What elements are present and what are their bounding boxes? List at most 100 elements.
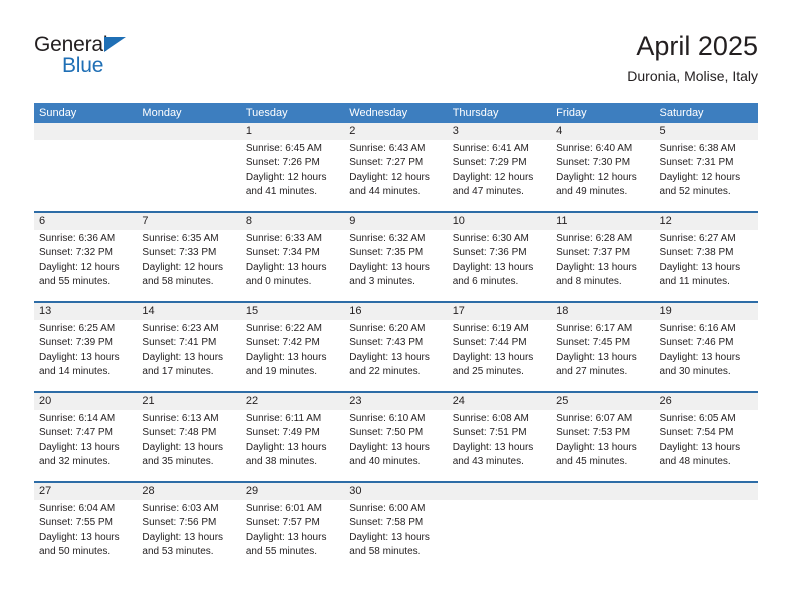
day-cell[interactable]: Sunrise: 6:22 AM Sunset: 7:42 PM Daylight:…: [241, 322, 344, 391]
sunrise-text: Sunrise: 6:16 AM: [659, 323, 736, 334]
sunset-text: Sunset: 7:42 PM: [245, 337, 320, 349]
day-number[interactable]: 18: [551, 303, 654, 320]
day-number[interactable]: 4: [551, 123, 654, 140]
day-number[interactable]: 7: [137, 213, 240, 230]
day-cell[interactable]: Sunrise: 6:41 AM Sunset: 7:29 PM Daylight:…: [448, 142, 551, 211]
day-number[interactable]: 28: [137, 483, 240, 500]
day-number[interactable]: 13: [34, 303, 137, 320]
day-number[interactable]: 5: [655, 123, 758, 140]
sunrise-text: Sunrise: 6:05 AM: [659, 413, 736, 424]
page-subtitle: Duronia, Molise, Italy: [627, 68, 758, 84]
day-cell[interactable]: Sunrise: 6:03 AM Sunset: 7:56 PM Daylight:…: [137, 502, 240, 571]
day-number[interactable]: 20: [34, 393, 137, 410]
day-cell[interactable]: Sunrise: 6:36 AM Sunset: 7:32 PM Daylight:…: [34, 232, 137, 301]
day-cell[interactable]: Sunrise: 6:01 AM Sunset: 7:57 PM Daylight:…: [241, 502, 344, 571]
day-number[interactable]: 19: [655, 303, 758, 320]
day-number[interactable]: 9: [344, 213, 447, 230]
daylight-text-line1: Daylight: 12 hours: [452, 171, 534, 183]
day-number[interactable]: 22: [241, 393, 344, 410]
day-detail-band: Sunrise: 6:04 AM Sunset: 7:55 PM Daylight:…: [34, 500, 758, 571]
day-cell[interactable]: Sunrise: 6:35 AM Sunset: 7:33 PM Daylight:…: [137, 232, 240, 301]
day-cell[interactable]: Sunrise: 6:43 AM Sunset: 7:27 PM Daylight:…: [344, 142, 447, 211]
title-block: April 2025 Duronia, Molise, Italy: [627, 30, 758, 86]
day-cell[interactable]: Sunrise: 6:07 AM Sunset: 7:53 PM Daylight:…: [551, 412, 654, 481]
day-number[interactable]: 8: [241, 213, 344, 230]
daylight-text-line2: and 44 minutes.: [349, 186, 421, 198]
daylight-text-line1: Daylight: 13 hours: [142, 531, 224, 543]
day-number[interactable]: 26: [655, 393, 758, 410]
sunset-text: Sunset: 7:39 PM: [39, 337, 113, 349]
sunrise-text: Sunrise: 6:23 AM: [142, 323, 219, 334]
daylight-text-line1: Daylight: 13 hours: [452, 441, 534, 453]
daylight-text-line2: and 3 minutes.: [349, 276, 415, 288]
sunrise-text: Sunrise: 6:30 AM: [452, 233, 529, 244]
triangle-icon: [104, 37, 126, 52]
day-cell-empty: [137, 142, 240, 211]
day-number[interactable]: 25: [551, 393, 654, 410]
daylight-text-line2: and 52 minutes.: [659, 186, 731, 198]
day-cell[interactable]: Sunrise: 6:33 AM Sunset: 7:34 PM Daylight:…: [241, 232, 344, 301]
day-number[interactable]: 2: [344, 123, 447, 140]
day-cell[interactable]: Sunrise: 6:38 AM Sunset: 7:31 PM Daylight:…: [655, 142, 758, 211]
daylight-text-line1: Daylight: 13 hours: [39, 351, 120, 363]
day-cell[interactable]: Sunrise: 6:19 AM Sunset: 7:44 PM Daylight:…: [448, 322, 551, 391]
sunrise-text: Sunrise: 6:40 AM: [556, 143, 633, 154]
sunrise-text: Sunrise: 6:13 AM: [142, 413, 219, 424]
sunset-text: Sunset: 7:58 PM: [349, 517, 424, 529]
day-number[interactable]: 11: [551, 213, 654, 230]
day-number[interactable]: 3: [448, 123, 551, 140]
day-cell[interactable]: Sunrise: 6:04 AM Sunset: 7:55 PM Daylight:…: [34, 502, 137, 571]
day-cell[interactable]: Sunrise: 6:08 AM Sunset: 7:51 PM Daylight:…: [448, 412, 551, 481]
day-cell[interactable]: Sunrise: 6:45 AM Sunset: 7:26 PM Daylight:…: [241, 142, 344, 211]
day-cell[interactable]: Sunrise: 6:23 AM Sunset: 7:41 PM Daylight:…: [137, 322, 240, 391]
daylight-text-line1: Daylight: 13 hours: [245, 261, 327, 273]
day-number[interactable]: 14: [137, 303, 240, 320]
day-number[interactable]: 27: [34, 483, 137, 500]
daylight-text-line1: Daylight: 13 hours: [39, 531, 120, 543]
day-number[interactable]: 12: [655, 213, 758, 230]
sunset-text: Sunset: 7:43 PM: [349, 337, 424, 349]
sunset-text: Sunset: 7:55 PM: [39, 517, 113, 529]
daylight-text-line2: and 47 minutes.: [452, 186, 524, 198]
page-header: General Blue April 2025 Duronia, Molise,…: [34, 30, 758, 98]
calendar-week-row: 20 21 22 23 24 25 26 Sunrise: 6:14 AM Sunset: 7:…: [34, 391, 758, 481]
day-cell[interactable]: Sunrise: 6:16 AM Sunset: 7:46 PM Daylight:…: [655, 322, 758, 391]
day-number[interactable]: 17: [448, 303, 551, 320]
daylight-text-line1: Daylight: 13 hours: [142, 351, 224, 363]
day-number[interactable]: 1: [241, 123, 344, 140]
weekday-header-wednesday: Wednesday: [349, 107, 408, 119]
day-number[interactable]: 23: [344, 393, 447, 410]
day-cell[interactable]: Sunrise: 6:13 AM Sunset: 7:48 PM Daylight:…: [137, 412, 240, 481]
day-cell[interactable]: Sunrise: 6:10 AM Sunset: 7:50 PM Daylight:…: [344, 412, 447, 481]
day-number[interactable]: 15: [241, 303, 344, 320]
day-cell[interactable]: Sunrise: 6:40 AM Sunset: 7:30 PM Daylight:…: [551, 142, 654, 211]
day-number[interactable]: 10: [448, 213, 551, 230]
day-cell[interactable]: Sunrise: 6:17 AM Sunset: 7:45 PM Daylight:…: [551, 322, 654, 391]
daylight-text-line1: Daylight: 13 hours: [39, 441, 120, 453]
day-cell[interactable]: Sunrise: 6:00 AM Sunset: 7:58 PM Daylight:…: [344, 502, 447, 571]
day-cell[interactable]: Sunrise: 6:11 AM Sunset: 7:49 PM Daylight:…: [241, 412, 344, 481]
day-cell[interactable]: Sunrise: 6:14 AM Sunset: 7:47 PM Daylight:…: [34, 412, 137, 481]
daylight-text-line2: and 17 minutes.: [142, 366, 214, 378]
day-cell[interactable]: Sunrise: 6:05 AM Sunset: 7:54 PM Daylight:…: [655, 412, 758, 481]
daylight-text-line1: Daylight: 12 hours: [659, 171, 741, 183]
sunrise-text: Sunrise: 6:38 AM: [659, 143, 736, 154]
day-cell[interactable]: Sunrise: 6:30 AM Sunset: 7:36 PM Daylight:…: [448, 232, 551, 301]
day-cell[interactable]: Sunrise: 6:25 AM Sunset: 7:39 PM Daylight:…: [34, 322, 137, 391]
sunrise-text: Sunrise: 6:10 AM: [349, 413, 426, 424]
day-number[interactable]: 16: [344, 303, 447, 320]
day-cell[interactable]: Sunrise: 6:27 AM Sunset: 7:38 PM Daylight:…: [655, 232, 758, 301]
daylight-text-line1: Daylight: 13 hours: [452, 351, 534, 363]
day-cell[interactable]: Sunrise: 6:28 AM Sunset: 7:37 PM Daylight:…: [551, 232, 654, 301]
daylight-text-line2: and 35 minutes.: [142, 456, 214, 468]
brand-logo[interactable]: General Blue: [34, 34, 234, 77]
day-cell[interactable]: Sunrise: 6:32 AM Sunset: 7:35 PM Daylight:…: [344, 232, 447, 301]
day-cell[interactable]: Sunrise: 6:20 AM Sunset: 7:43 PM Daylight:…: [344, 322, 447, 391]
day-number[interactable]: 24: [448, 393, 551, 410]
day-number[interactable]: 21: [137, 393, 240, 410]
day-number[interactable]: 6: [34, 213, 137, 230]
sunset-text: Sunset: 7:37 PM: [556, 247, 631, 259]
day-number[interactable]: 29: [241, 483, 344, 500]
sunrise-text: Sunrise: 6:45 AM: [245, 143, 322, 154]
day-number[interactable]: 30: [344, 483, 447, 500]
